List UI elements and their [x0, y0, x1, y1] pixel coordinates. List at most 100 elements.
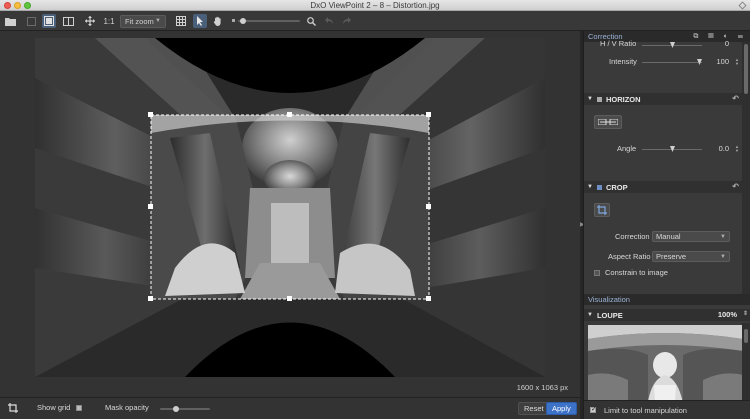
mask-opacity-thumb[interactable] — [173, 406, 179, 412]
redo-button[interactable] — [339, 14, 353, 28]
zoom-mode-select[interactable]: Fit zoom ▼ — [120, 14, 166, 28]
undo-arrow-icon[interactable]: ↶ — [732, 182, 739, 191]
checkmark-icon: ✓ — [591, 406, 597, 413]
hv-ratio-value[interactable]: 0 — [713, 39, 729, 48]
chevron-down-icon: ▼ — [720, 253, 726, 260]
horizon-level-icon — [598, 119, 618, 125]
bottom-bar: Show grid Mask opacity Reset Apply — [0, 397, 580, 419]
loupe-scrollbar[interactable] — [742, 323, 750, 401]
crop-correction-select[interactable]: Manual ▼ — [652, 231, 730, 242]
crop-icon — [8, 403, 18, 413]
move-icon — [85, 16, 95, 26]
loupe-zoom[interactable]: 100% — [718, 310, 737, 319]
crop-correction-row: Correction Manual ▼ — [584, 231, 743, 243]
crop-section-header[interactable]: ▼ CROP ↶ — [584, 181, 743, 193]
hand-icon — [213, 16, 221, 26]
intensity-label: Intensity — [609, 57, 637, 66]
zoom-slider-thumb[interactable] — [240, 18, 246, 24]
limit-tool-checkbox[interactable]: ✓ — [590, 406, 597, 413]
aspect-ratio-select[interactable]: Preserve ▼ — [652, 251, 730, 262]
intensity-stepper[interactable]: ▲ ▼ — [734, 58, 740, 66]
single-view-button[interactable] — [24, 14, 38, 28]
angle-row: Angle 0.0 ▲ ▼ — [584, 143, 743, 155]
zoom-slider-track — [238, 20, 300, 22]
hand-tool-button[interactable] — [211, 14, 225, 28]
grid-icon — [176, 16, 186, 26]
crop-tool-button[interactable] — [8, 403, 18, 413]
crop-tool-toggle[interactable] — [594, 203, 610, 217]
hv-ratio-row: H / V Ratio 0 — [584, 39, 743, 53]
undo-arrow-icon[interactable]: ↶ — [732, 94, 739, 103]
show-grid-label: Show grid — [37, 403, 71, 412]
horizon-section-header[interactable]: ▼ HORIZON ↶ — [584, 93, 743, 105]
mask-opacity-slider[interactable] — [160, 404, 210, 414]
intensity-row: Intensity 100 ▲ ▼ — [584, 56, 743, 68]
chevron-updown-icon[interactable]: ⇕ — [743, 310, 748, 317]
crop-correction-label: Correction — [615, 232, 650, 241]
zoom-min-icon — [232, 19, 235, 22]
single-view-icon — [26, 16, 36, 26]
pointer-icon — [197, 16, 203, 26]
angle-stepper[interactable]: ▲ ▼ — [734, 145, 740, 153]
horizon-tool-button[interactable] — [594, 115, 622, 129]
constrain-checkbox[interactable] — [594, 270, 600, 276]
aspect-ratio-value: Preserve — [656, 252, 687, 261]
limit-tool-label: Limit to tool manipulation — [604, 405, 687, 415]
reset-button[interactable]: Reset — [518, 402, 550, 415]
show-grid-checkbox[interactable] — [76, 405, 82, 411]
undo-button[interactable] — [322, 14, 336, 28]
apply-button[interactable]: Apply — [546, 402, 577, 415]
aspect-ratio-label: Aspect Ratio — [608, 252, 651, 261]
correction-scroll-thumb[interactable] — [744, 44, 748, 94]
undo-icon — [324, 17, 333, 24]
compare-view-button[interactable] — [61, 14, 75, 28]
chevron-down-icon: ▼ — [720, 233, 726, 240]
constrain-row: Constrain to image — [584, 267, 743, 279]
crop-title: CROP — [605, 182, 628, 192]
zoom-icon — [306, 16, 316, 26]
zoom-button[interactable] — [304, 14, 318, 28]
image-dimensions: 1600 x 1063 px — [516, 383, 568, 392]
angle-value[interactable]: 0.0 — [713, 144, 729, 153]
redo-icon — [342, 17, 351, 24]
triangle-down-icon: ▼ — [587, 184, 593, 190]
triangle-down-icon: ▼ — [587, 312, 593, 318]
zoom-ratio-button[interactable]: 1:1 — [102, 14, 116, 28]
aspect-ratio-row: Aspect Ratio Preserve ▼ — [584, 251, 743, 263]
window-title: DxO ViewPoint 2 – 8 – Distortion.jpg — [310, 1, 440, 10]
open-folder-button[interactable] — [3, 14, 17, 28]
hv-ratio-label: H / V Ratio — [600, 39, 637, 48]
zoom-mode-value: Fit zoom — [125, 16, 154, 26]
toolbar: 1:1 Fit zoom ▼ — [0, 11, 750, 31]
loupe-scroll-thumb[interactable] — [744, 329, 748, 343]
crop-enable-checkbox[interactable] — [596, 184, 602, 190]
horizon-title: HORIZON — [605, 94, 641, 104]
image-preview[interactable] — [35, 38, 545, 377]
move-tool-button[interactable] — [83, 14, 97, 28]
pointer-tool-button[interactable] — [193, 14, 207, 28]
chevron-down-icon: ▼ — [155, 18, 161, 24]
triangle-down-icon: ▼ — [587, 96, 593, 102]
horizon-enable-checkbox[interactable] — [596, 96, 602, 102]
loupe-title: LOUPE — [596, 310, 623, 320]
split-view-icon — [44, 16, 54, 26]
split-view-button[interactable] — [42, 14, 56, 28]
intensity-value[interactable]: 100 — [713, 57, 729, 66]
crop-icon — [597, 205, 607, 215]
compare-view-icon — [62, 16, 74, 26]
loupe-section-header[interactable]: ▼ LOUPE 100% ⇕ — [584, 309, 750, 321]
visualization-header: Visualization — [584, 294, 750, 305]
photo-image — [35, 38, 545, 377]
constrain-label: Constrain to image — [605, 268, 668, 277]
mask-opacity-label: Mask opacity — [105, 403, 149, 412]
zoom-slider[interactable] — [232, 16, 304, 26]
canvas-area: 1600 x 1063 px — [0, 31, 580, 397]
right-panel: Correction ⧉ ▤ ◐ ☰ H / V Ratio 0 Intensi… — [583, 31, 750, 419]
folder-icon — [4, 17, 16, 26]
grid-toggle-button[interactable] — [174, 14, 188, 28]
crop-correction-value: Manual — [656, 232, 681, 241]
intensity-track — [642, 62, 702, 63]
mask-opacity-track — [160, 408, 210, 410]
correction-scrollbar[interactable] — [742, 42, 750, 301]
title-bar: DxO ViewPoint 2 – 8 – Distortion.jpg — [0, 0, 750, 11]
